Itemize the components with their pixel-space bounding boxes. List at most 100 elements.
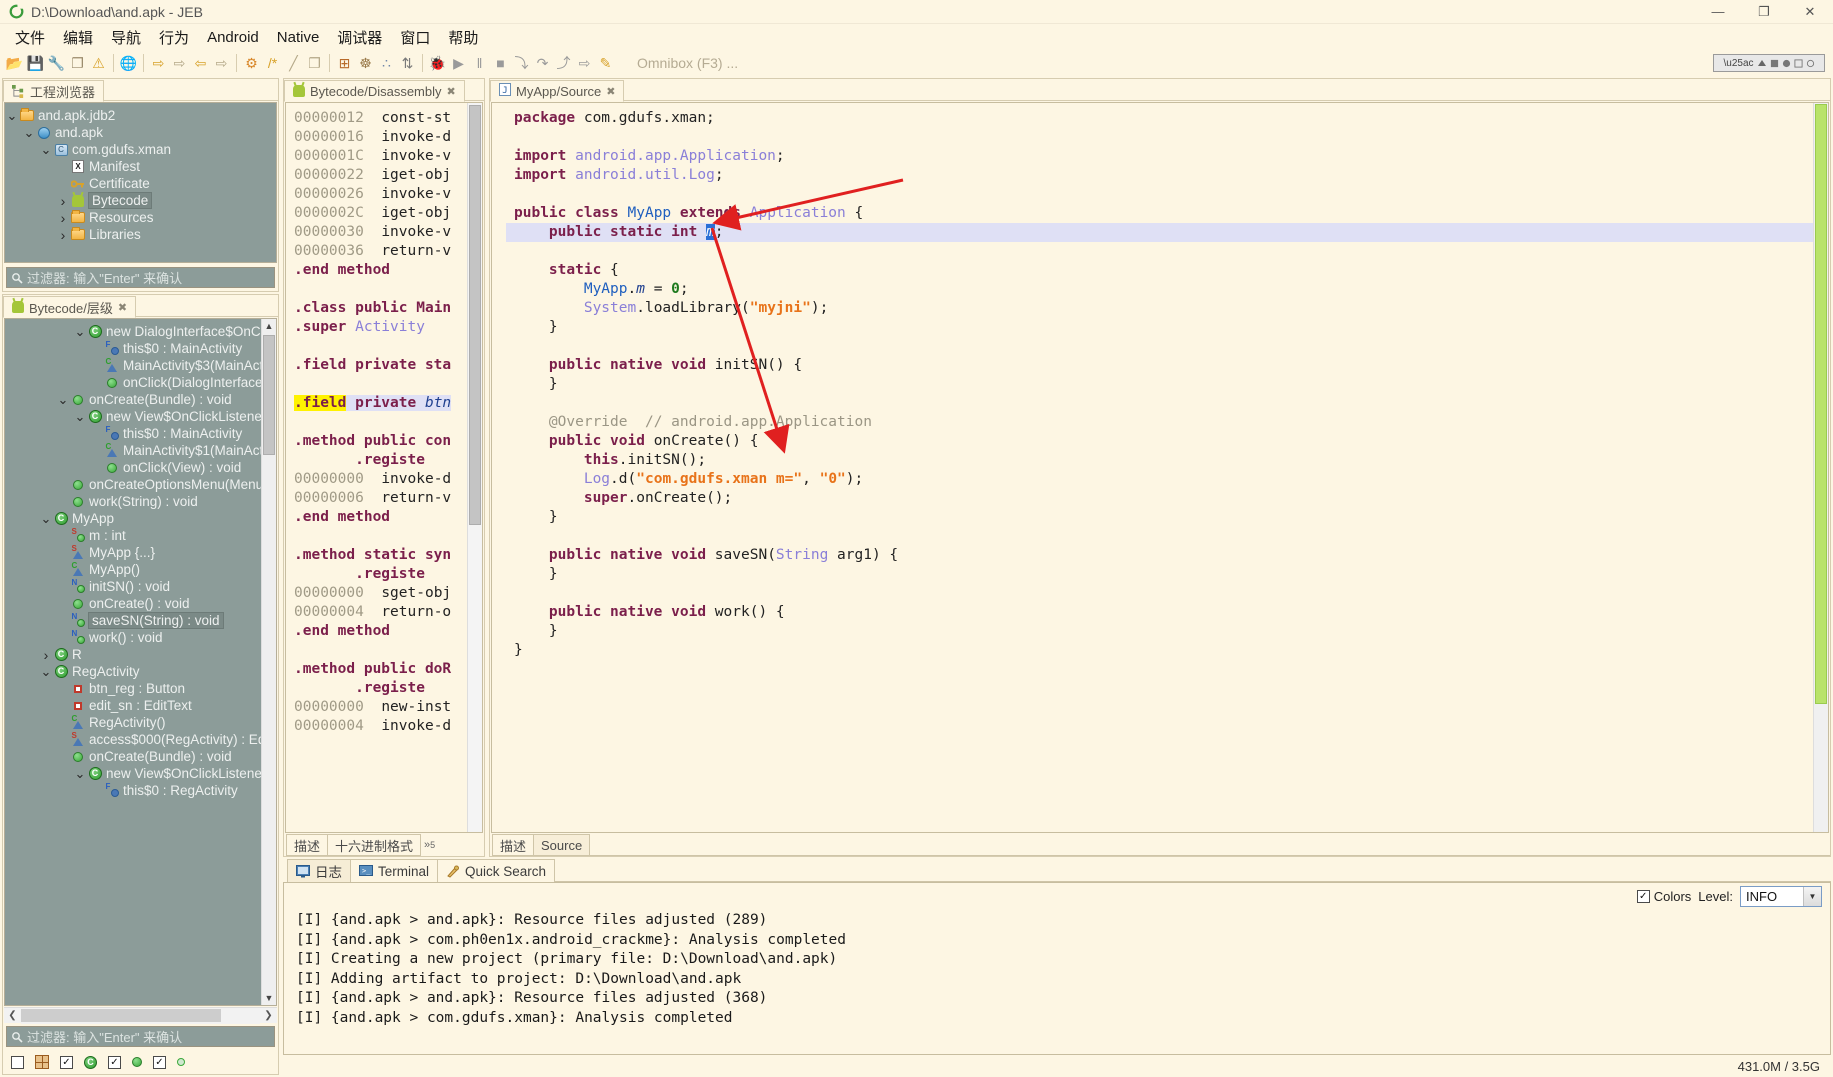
wrench-icon[interactable]: 🔧 — [46, 53, 67, 74]
tree-node[interactable]: NsaveSN(String) : void — [5, 612, 261, 629]
tab-project-explorer[interactable]: 工程浏览器 — [3, 80, 105, 102]
menu-action[interactable]: 行为 — [150, 24, 198, 51]
graph-icon[interactable]: ☸ — [355, 53, 376, 74]
toggle-checkbox-1[interactable]: ✓ — [60, 1055, 73, 1069]
source-vscrollbar[interactable] — [1813, 103, 1828, 832]
chevron-down-icon[interactable]: ⌄ — [73, 410, 87, 423]
tab-log[interactable]: 日志 — [287, 859, 351, 882]
rename-icon[interactable]: ╱ — [283, 53, 304, 74]
subtab-bytecode-description[interactable]: 描述 — [286, 834, 329, 856]
tree-node[interactable]: CMainActivity$3(MainActivity) — [5, 357, 262, 374]
hierarchy-filter-bar[interactable]: 过滤器: 输入"Enter" 来确认 — [6, 1026, 275, 1047]
menu-native[interactable]: Native — [268, 26, 329, 49]
tree-node[interactable]: ⌄Cnew View$OnClickListener() {… — [5, 765, 261, 782]
tree-node[interactable]: onClick(DialogInterface, int) — [5, 374, 261, 391]
goto-ref-icon[interactable]: ⇨ — [169, 53, 190, 74]
tree-node[interactable]: onCreate(Bundle) : void — [5, 748, 261, 765]
tree-node[interactable]: › C R — [5, 646, 261, 663]
bytecode-vscrollbar[interactable] — [467, 103, 482, 832]
tree-node[interactable]: Saccess$000(RegActivity) : EditText — [5, 731, 262, 748]
comment-icon[interactable]: /* — [262, 53, 283, 74]
tree-node[interactable]: onCreateOptionsMenu(Menu) : b… — [5, 476, 261, 493]
step-out-icon[interactable]: ⤴ — [553, 53, 574, 74]
tree-node[interactable]: Sm : int — [5, 527, 261, 544]
chevron-down-icon[interactable]: ⌄ — [56, 393, 70, 406]
close-icon-3[interactable]: ✖ — [606, 85, 615, 98]
project-filter-bar[interactable]: 过滤器: 输入"Enter" 来确认 — [6, 267, 275, 288]
memory-usage[interactable]: 431.0M / 3.5G — [1731, 1058, 1827, 1075]
warning-icon[interactable]: ⚠ — [88, 53, 109, 74]
hierarchy-hscrollbar[interactable]: ❮ ❯ — [4, 1007, 277, 1024]
tree-node[interactable]: ⌄ C MyApp — [5, 510, 261, 527]
tree-node[interactable]: ⌄ Ccom.gdufs.xman — [5, 141, 276, 158]
project-tree[interactable]: ⌄ and.apk.jdb2 ⌄ and.apk ⌄ Ccom.gdufs.xman X Ma… — [4, 102, 277, 263]
stop-icon[interactable]: ■ — [490, 53, 511, 74]
bytecode-code-view[interactable]: 00000012 const-st 00000016 invoke-d 000000… — [286, 103, 467, 832]
close-button[interactable]: ✕ — [1787, 0, 1833, 23]
tree-node[interactable]: ⌄ and.apk.jdb2 — [5, 107, 276, 124]
field-filter-icon[interactable] — [177, 1058, 185, 1066]
log-output[interactable]: [I] {and.apk > and.apk}: Resource files … — [284, 909, 1830, 1054]
minimize-button[interactable]: — — [1695, 0, 1741, 23]
chevron-right-icon[interactable]: › — [56, 193, 70, 209]
scroll-up-arrow[interactable]: ▲ — [262, 319, 276, 333]
tree-node[interactable]: onClick(View) : void — [5, 459, 261, 476]
nodes-icon[interactable]: ∴ — [376, 53, 397, 74]
tree-node[interactable]: CMainActivity$1(MainActivity) — [5, 442, 262, 459]
colors-checkbox[interactable]: ✓ — [1636, 889, 1650, 903]
hscroll-right-arrow[interactable]: ❯ — [260, 1008, 277, 1024]
toggle-checkbox-empty[interactable] — [11, 1055, 24, 1069]
tab-terminal[interactable]: >_ Terminal — [350, 859, 439, 882]
scroll-down-arrow[interactable]: ▼ — [262, 991, 276, 1005]
convert-icon[interactable]: ❐ — [304, 53, 325, 74]
save-icon[interactable]: 💾 — [25, 53, 46, 74]
step-over-icon[interactable]: ↷ — [532, 53, 553, 74]
hierarchy-scroll-thumb[interactable] — [263, 335, 275, 455]
menu-android[interactable]: Android — [198, 26, 268, 49]
menu-file[interactable]: 文件 — [6, 24, 54, 51]
chevron-right-icon[interactable]: › — [56, 210, 70, 226]
tree-node[interactable]: edit_sn : EditText — [5, 697, 261, 714]
tree-node[interactable]: work(String) : void — [5, 493, 261, 510]
tree-node[interactable]: C RegActivity() — [5, 714, 261, 731]
tree-node[interactable]: ⌄ C RegActivity — [5, 663, 261, 680]
subtab-overflow-button[interactable]: » 5 — [420, 834, 439, 856]
source-code-view[interactable]: package com.gdufs.xman; import android.a… — [492, 103, 1813, 832]
highlight-icon[interactable]: ✎ — [595, 53, 616, 74]
tree-node[interactable]: NinitSN() : void — [5, 578, 261, 595]
pause-icon[interactable]: ‖ — [469, 53, 490, 74]
hscroll-track[interactable] — [21, 1007, 260, 1024]
subtab-source-source[interactable]: Source — [533, 834, 591, 856]
tree-node[interactable]: Certificate — [5, 175, 276, 192]
menu-edit[interactable]: 编辑 — [54, 24, 102, 51]
tab-bytecode-disassembly[interactable]: Bytecode/Disassembly ✖ — [284, 80, 465, 102]
back-icon[interactable]: ⇦ — [190, 53, 211, 74]
omnibox-placeholder[interactable]: Omnibox (F3) ... — [637, 55, 738, 71]
bytecode-scroll-thumb[interactable] — [469, 105, 481, 525]
run-to-icon[interactable]: ⇨ — [574, 53, 595, 74]
chevron-down-icon[interactable]: ⌄ — [73, 325, 87, 338]
tree-node[interactable]: Fthis$0 : MainActivity — [5, 340, 261, 357]
hierarchy-tree[interactable]: ⌄Cnew DialogInterface$OnClickLi…Fthis$0 … — [5, 319, 261, 1005]
tab-bytecode-hierarchy[interactable]: Bytecode/层级 ✖ — [3, 296, 137, 318]
colors-checkbox-group[interactable]: ✓ Colors — [1636, 889, 1691, 904]
forward-icon[interactable]: ⇨ — [211, 53, 232, 74]
hscroll-thumb[interactable] — [21, 1008, 221, 1022]
table-icon[interactable]: ⊞ — [334, 53, 355, 74]
chevron-down-icon[interactable]: ⌄ — [39, 512, 53, 525]
subtab-source-description[interactable]: 描述 — [492, 834, 535, 856]
tree-node[interactable]: ⌄Cnew DialogInterface$OnClickLi… — [5, 323, 261, 340]
toggle-checkbox-2[interactable]: ✓ — [108, 1055, 121, 1069]
hscroll-left-arrow[interactable]: ❮ — [4, 1008, 21, 1024]
tree-node[interactable]: onCreate() : void — [5, 595, 261, 612]
run-icon[interactable]: ▶ — [448, 53, 469, 74]
grid-view-icon[interactable] — [35, 1055, 49, 1069]
maximize-button[interactable]: ❐ — [1741, 0, 1787, 23]
tree-node[interactable]: btn_reg : Button — [5, 680, 261, 697]
log-level-select[interactable]: INFO ▼ — [1740, 885, 1822, 907]
tree-node[interactable]: › Bytecode — [5, 192, 276, 209]
tree-node[interactable]: S MyApp {...} — [5, 544, 261, 561]
globe-icon[interactable]: 🌐 — [118, 53, 139, 74]
tab-quick-search[interactable]: Quick Search — [437, 859, 556, 882]
sort-icon[interactable]: ⇅ — [397, 53, 418, 74]
